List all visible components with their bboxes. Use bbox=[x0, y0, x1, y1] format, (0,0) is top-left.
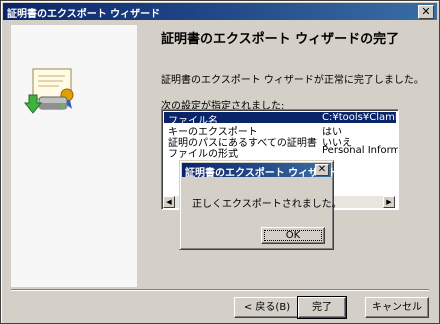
list-item[interactable]: ファイル名 C:¥tools¥ClamBase64 bbox=[164, 112, 398, 127]
success-dialog: 証明書のエクスポート ウィザード ✕ 正しくエクスポートされました。 OK bbox=[179, 160, 342, 250]
completion-message: 証明書のエクスポート ウィザードが正常に完了しました。 bbox=[161, 75, 424, 86]
cancel-button[interactable]: キャンセル bbox=[365, 297, 429, 318]
page-title: 証明書のエクスポート ウィザードの完了 bbox=[161, 32, 400, 47]
wizard-side-panel bbox=[11, 25, 137, 287]
list-item[interactable]: キーのエクスポート はい bbox=[164, 123, 396, 138]
scroll-right-icon[interactable]: ▶ bbox=[383, 196, 395, 208]
dialog-message: 正しくエクスポートされました。 bbox=[192, 199, 342, 210]
window-titlebar[interactable]: 証明書のエクスポート ウィザード ✕ bbox=[3, 3, 437, 20]
list-item[interactable]: 証明のパスにあるすべての証明書を含める いいえ bbox=[164, 134, 396, 149]
setting-value: Personal Information bbox=[322, 145, 398, 156]
wizard-window: 証明書のエクスポート ウィザード ✕ 証明書のエクスポート ウィザードの完了 証… bbox=[0, 0, 440, 324]
dialog-titlebar[interactable]: 証明書のエクスポート ウィザード ✕ bbox=[182, 163, 338, 179]
certificate-export-icon bbox=[23, 68, 74, 114]
ok-button[interactable]: OK bbox=[261, 227, 325, 244]
separator bbox=[11, 289, 429, 291]
close-icon[interactable]: ✕ bbox=[418, 5, 434, 19]
setting-key: ファイルの形式 bbox=[168, 149, 238, 160]
list-item[interactable]: ファイルの形式 Personal Information bbox=[164, 145, 398, 160]
window-title: 証明書のエクスポート ウィザード bbox=[7, 9, 161, 20]
dialog-close-icon[interactable]: ✕ bbox=[315, 164, 329, 176]
setting-value: C:¥tools¥ClamBase64 bbox=[322, 112, 398, 123]
scroll-left-icon[interactable]: ◀ bbox=[163, 196, 175, 208]
finish-button[interactable]: 完了 bbox=[297, 296, 347, 319]
back-button[interactable]: < 戻る(B) bbox=[234, 297, 300, 318]
